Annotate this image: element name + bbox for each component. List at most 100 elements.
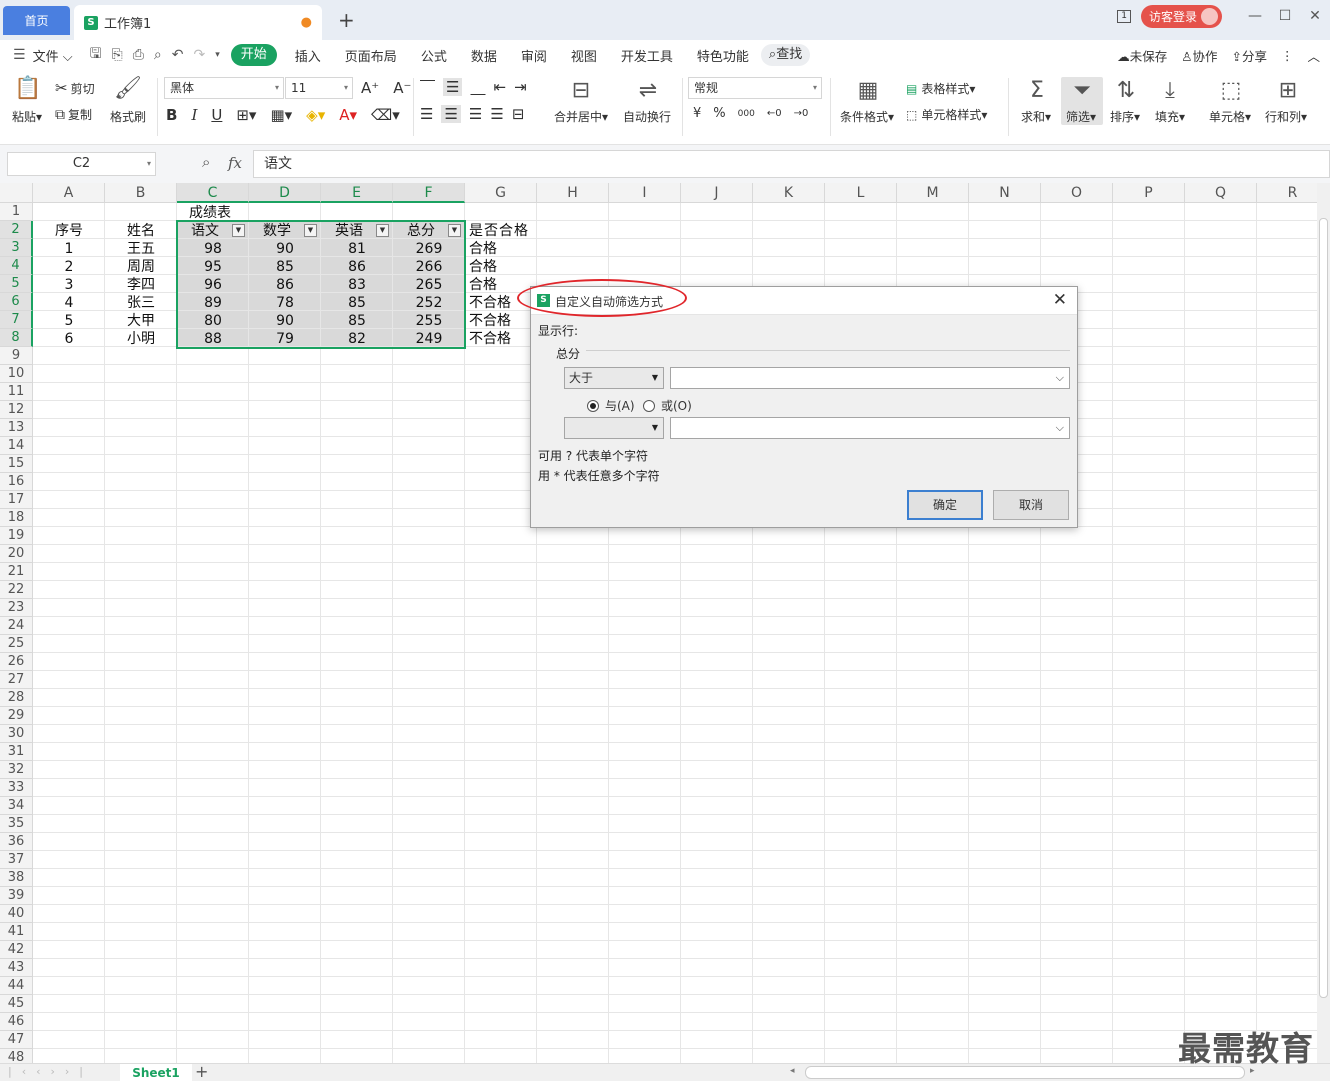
increase-font-icon[interactable]: A⁺: [361, 79, 379, 97]
table-cell[interactable]: 周周: [105, 258, 177, 276]
row-header[interactable]: 14: [0, 437, 33, 455]
clear-format-icon[interactable]: ⌫▾: [371, 106, 400, 124]
number-format-select[interactable]: 常规 ▾: [688, 77, 822, 99]
table-cell[interactable]: 不合格: [469, 312, 511, 330]
currency-button[interactable]: ¥: [693, 106, 701, 121]
hamburger-icon[interactable]: ☰: [8, 47, 31, 63]
scroll-left-icon[interactable]: ◂: [790, 1066, 795, 1076]
table-cell[interactable]: 2: [33, 258, 105, 276]
menu-view[interactable]: 视图: [559, 46, 609, 65]
table-cell[interactable]: 合格: [469, 258, 497, 276]
copy-button[interactable]: ⧉ 复制: [55, 106, 92, 123]
table-cell[interactable]: 不合格: [469, 330, 511, 348]
row-header[interactable]: 8: [0, 329, 33, 347]
row-header[interactable]: 31: [0, 743, 33, 761]
column-header-b[interactable]: B: [105, 183, 177, 203]
paste-icon[interactable]: 📋: [13, 76, 43, 101]
table-cell[interactable]: 1: [33, 240, 105, 258]
percent-button[interactable]: %: [713, 106, 725, 121]
zoom-formula-icon[interactable]: ⌕: [202, 153, 210, 171]
row-header[interactable]: 3: [0, 239, 33, 257]
row-header[interactable]: 9: [0, 347, 33, 365]
row-header[interactable]: 43: [0, 959, 33, 977]
column-header-j[interactable]: J: [681, 183, 753, 203]
cell-header[interactable]: 姓名: [105, 222, 177, 240]
maximize-button[interactable]: ☐: [1270, 8, 1300, 24]
function-icon[interactable]: fx: [228, 154, 242, 172]
row-header[interactable]: 29: [0, 707, 33, 725]
row-header[interactable]: 7: [0, 311, 33, 329]
menu-insert[interactable]: 插入: [283, 46, 333, 65]
collab-button[interactable]: ♙协作: [1181, 46, 1217, 65]
row-header[interactable]: 25: [0, 635, 33, 653]
merge-center-button[interactable]: 合并居中▾: [554, 108, 608, 125]
menu-search[interactable]: ⌕查找: [760, 44, 811, 66]
cell-icon[interactable]: ⬚: [1216, 78, 1246, 103]
table-cell[interactable]: 不合格: [469, 294, 511, 312]
row-col-button[interactable]: 行和列▾: [1265, 108, 1307, 125]
filter-button[interactable]: 筛选▾: [1066, 108, 1096, 125]
cell-style-button[interactable]: ⬚ 单元格样式 ▾: [906, 106, 987, 123]
column-header-k[interactable]: K: [753, 183, 825, 203]
print-preview-icon[interactable]: ⌕: [149, 47, 167, 63]
save-icon[interactable]: 🖫: [85, 43, 107, 67]
column-header-r[interactable]: R: [1257, 183, 1317, 203]
conditional-format-icon[interactable]: ▦: [853, 78, 883, 103]
column-header-n[interactable]: N: [969, 183, 1041, 203]
fill-button[interactable]: 填充▾: [1155, 108, 1185, 125]
table-style-button[interactable]: ▤ 表格样式 ▾: [906, 80, 975, 97]
menu-page-layout[interactable]: 页面布局: [333, 46, 409, 65]
quick-access-dropdown-icon[interactable]: ▾: [210, 50, 225, 60]
row-header[interactable]: 44: [0, 977, 33, 995]
column-header-f[interactable]: F: [393, 183, 465, 203]
row-header[interactable]: 41: [0, 923, 33, 941]
close-window-button[interactable]: ✕: [1300, 8, 1330, 24]
column-header-c[interactable]: C: [177, 183, 249, 203]
row-header[interactable]: 32: [0, 761, 33, 779]
radio-or[interactable]: 或(O): [643, 397, 692, 414]
dialog-close-button[interactable]: ✕: [1053, 290, 1067, 310]
font-color-icon[interactable]: A▾: [339, 106, 357, 124]
add-sheet-button[interactable]: +: [195, 1062, 208, 1081]
align-middle-icon[interactable]: ☰: [443, 78, 463, 96]
menu-review[interactable]: 审阅: [509, 46, 559, 65]
align-top-icon[interactable]: ⎺: [420, 78, 435, 96]
row-header[interactable]: 34: [0, 797, 33, 815]
table-cell[interactable]: 小明: [105, 330, 177, 348]
paste-button[interactable]: 粘贴▾: [12, 108, 42, 125]
increase-decimal-icon[interactable]: ←0: [767, 108, 782, 119]
tab-workbook[interactable]: S 工作簿1 ●: [74, 5, 322, 40]
table-cell[interactable]: 合格: [469, 276, 497, 294]
cancel-button[interactable]: 取消: [993, 490, 1069, 520]
column-header-l[interactable]: L: [825, 183, 897, 203]
formula-input[interactable]: 语文: [253, 150, 1330, 178]
font-name-select[interactable]: 黑体 ▾: [164, 77, 284, 99]
menu-file[interactable]: 文件 ⌵: [31, 46, 85, 65]
fill-style-icon[interactable]: ▦▾: [270, 106, 292, 124]
row-header[interactable]: 27: [0, 671, 33, 689]
menu-data[interactable]: 数据: [459, 46, 509, 65]
table-cell[interactable]: 王五: [105, 240, 177, 258]
column-header-p[interactable]: P: [1113, 183, 1185, 203]
menu-features[interactable]: 特色功能: [685, 46, 761, 65]
column-header-d[interactable]: D: [249, 183, 321, 203]
tab-home[interactable]: 首页: [3, 6, 70, 35]
row-header[interactable]: 26: [0, 653, 33, 671]
thousands-button[interactable]: 000: [738, 109, 755, 119]
table-cell[interactable]: 李四: [105, 276, 177, 294]
cut-button[interactable]: ✂ 剪切: [55, 79, 95, 97]
table-cell[interactable]: 6: [33, 330, 105, 348]
minimize-button[interactable]: —: [1240, 8, 1270, 24]
more-icon[interactable]: ⋮: [1281, 48, 1294, 63]
undo-icon[interactable]: ↶: [167, 47, 189, 63]
row-header[interactable]: 2: [0, 221, 33, 239]
distribute-icon[interactable]: ⊟: [512, 105, 525, 123]
share-button[interactable]: ⇪分享: [1231, 46, 1267, 65]
row-header[interactable]: 38: [0, 869, 33, 887]
table-cell[interactable]: 张三: [105, 294, 177, 312]
condition2-value-combo[interactable]: ⌵: [670, 417, 1070, 439]
underline-button[interactable]: U: [211, 106, 222, 124]
cell-header[interactable]: 是否合格: [469, 222, 529, 240]
align-center-icon[interactable]: ☰: [441, 105, 461, 123]
decrease-decimal-icon[interactable]: →0: [794, 108, 809, 119]
